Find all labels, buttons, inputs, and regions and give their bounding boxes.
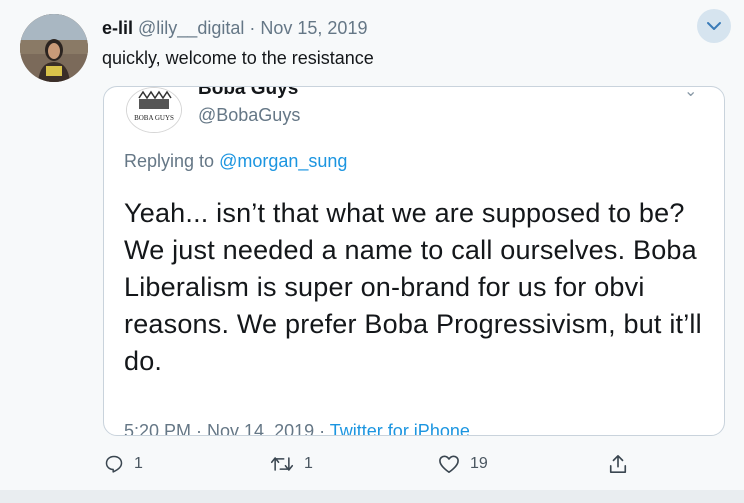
retweet-icon bbox=[270, 457, 294, 471]
avatar[interactable] bbox=[20, 14, 88, 82]
more-options-button[interactable] bbox=[697, 9, 731, 43]
mention-link[interactable]: @morgan_sung bbox=[219, 151, 347, 171]
reply-icon bbox=[105, 455, 123, 473]
quoted-timestamp[interactable]: 5:20 PM · Nov 14, 2019 · bbox=[124, 421, 325, 435]
tweet-actions: 1 1 19 bbox=[0, 446, 744, 482]
quoted-user-handle[interactable]: @BobaGuys bbox=[198, 105, 300, 126]
quoted-source-link[interactable]: Twitter for iPhone bbox=[330, 421, 470, 435]
quoted-avatar[interactable]: BOBA GUYS bbox=[126, 87, 182, 133]
boba-guys-logo-icon: BOBA GUYS bbox=[127, 88, 181, 132]
heart-icon bbox=[439, 455, 459, 473]
tweet-card[interactable]: e-lil @lily__digital · Nov 15, 2019 quic… bbox=[0, 0, 744, 490]
reply-button[interactable]: 1 bbox=[104, 446, 143, 482]
user-handle[interactable]: @lily__digital bbox=[138, 18, 244, 38]
quoted-display-name[interactable]: Boba Guys bbox=[198, 87, 298, 100]
separator: · bbox=[249, 18, 256, 38]
quoted-caret-icon: ⌄ bbox=[684, 86, 698, 100]
display-name[interactable]: e-lil bbox=[102, 18, 133, 38]
share-icon bbox=[609, 455, 627, 473]
replying-prefix: Replying to bbox=[124, 151, 215, 171]
retweet-count: 1 bbox=[304, 455, 313, 472]
logo-text: BOBA GUYS bbox=[134, 114, 174, 122]
tweet-header: e-lil @lily__digital · Nov 15, 2019 bbox=[102, 16, 367, 40]
chevron-down-icon bbox=[707, 22, 721, 30]
tweet-text: quickly, welcome to the resistance bbox=[102, 48, 374, 68]
quoted-body-text: Yeah... isn’t that what we are supposed … bbox=[124, 198, 702, 376]
like-button[interactable]: 19 bbox=[438, 446, 488, 482]
share-button[interactable] bbox=[608, 446, 628, 482]
profile-photo-icon bbox=[20, 14, 88, 82]
replying-to: Replying to @morgan_sung bbox=[124, 151, 347, 172]
quoted-tweet[interactable]: BOBA GUYS Boba Guys @BobaGuys ⌄ Replying… bbox=[103, 86, 725, 436]
tweet-date[interactable]: Nov 15, 2019 bbox=[260, 18, 367, 38]
retweet-button[interactable]: 1 bbox=[270, 446, 313, 482]
reply-count: 1 bbox=[134, 455, 143, 472]
like-count: 19 bbox=[470, 455, 488, 472]
quoted-metadata: 5:20 PM · Nov 14, 2019 · Twitter for iPh… bbox=[124, 421, 470, 435]
